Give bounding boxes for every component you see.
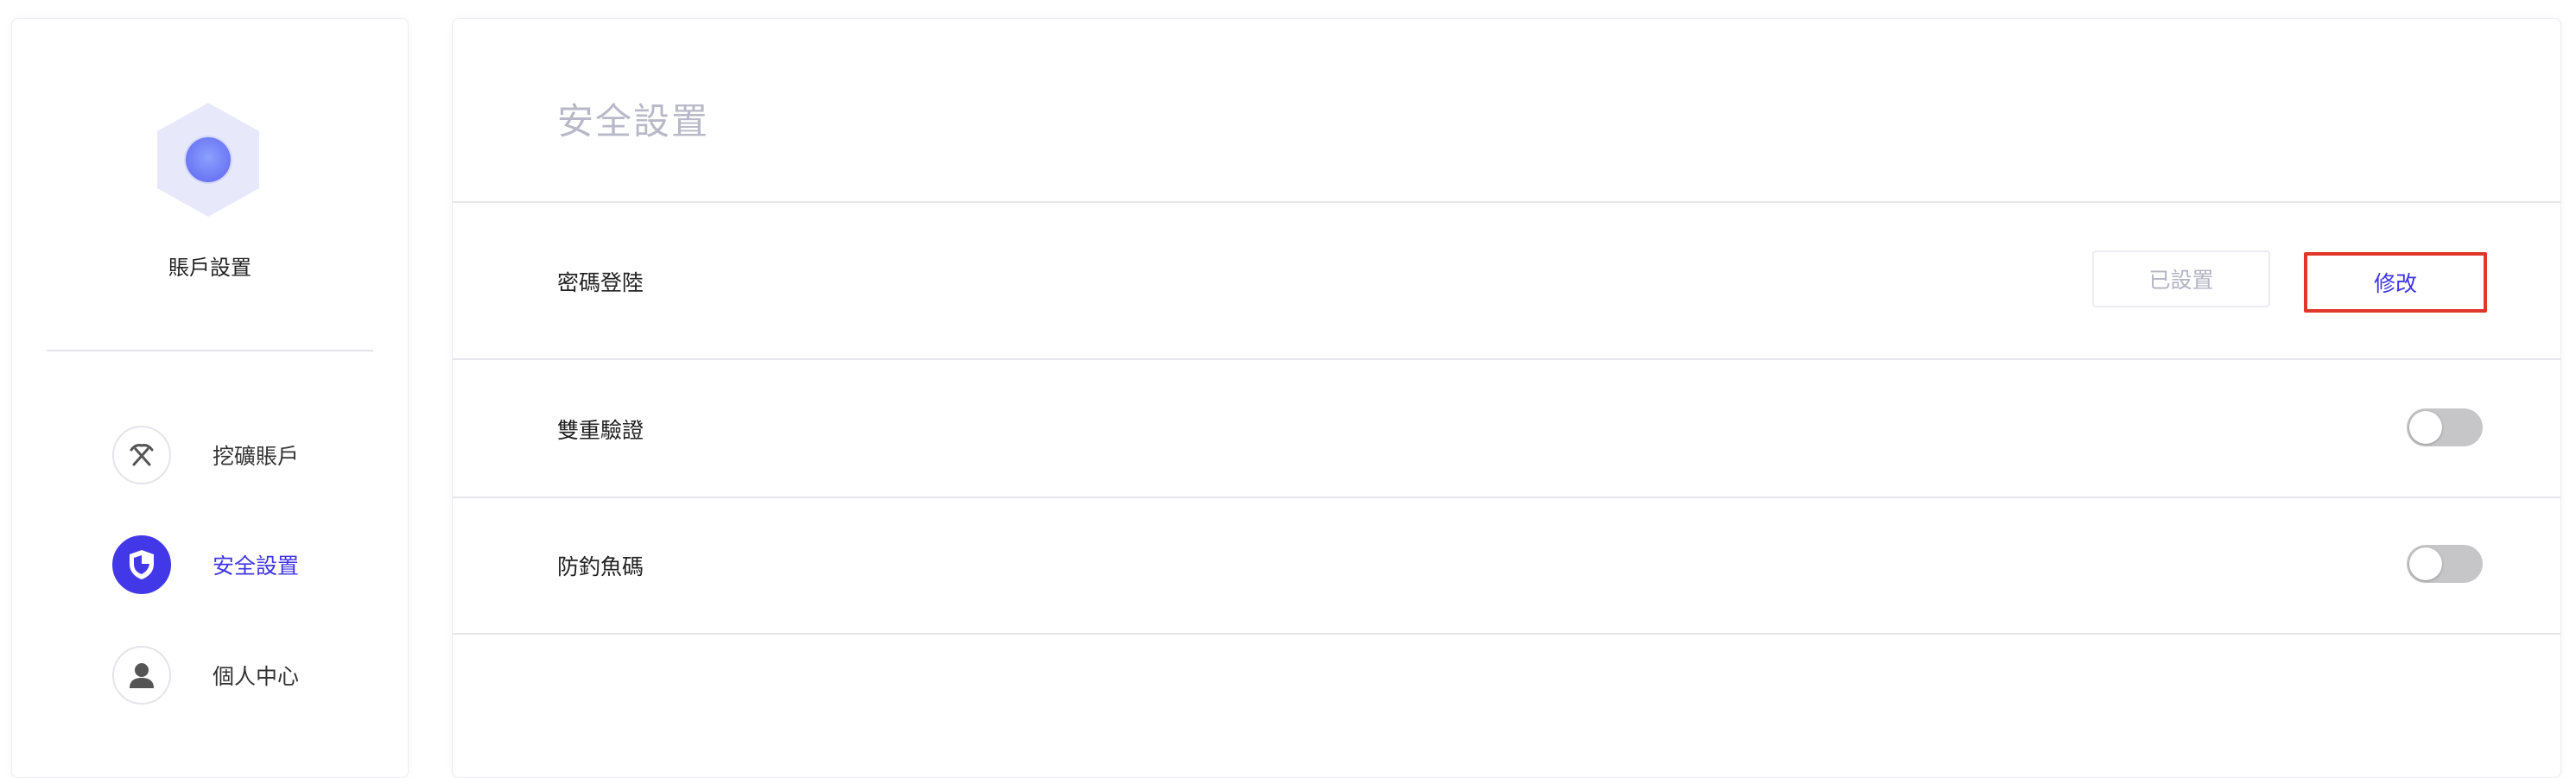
password-login-label: 密碼登陸 — [557, 270, 644, 295]
divider — [453, 201, 2560, 203]
divider — [453, 358, 2560, 360]
security-settings-panel: 安全設置 密碼登陸 已設置 修改 雙重驗證 防釣魚碼 — [452, 18, 2561, 778]
anti-phishing-code-toggle[interactable] — [2407, 545, 2483, 583]
shield-icon — [112, 535, 171, 594]
user-icon — [112, 646, 171, 705]
sidebar-item-mining-account[interactable]: 挖礦賬戶 — [112, 424, 371, 486]
sidebar-item-profile[interactable]: 個人中心 — [112, 644, 371, 706]
account-avatar — [155, 101, 262, 218]
sidebar-item-label: 挖礦賬戶 — [213, 444, 300, 469]
modify-password-button[interactable]: 修改 — [2304, 252, 2487, 313]
two-factor-auth-label: 雙重驗證 — [557, 418, 644, 443]
hexagon-avatar-icon — [157, 103, 259, 217]
two-factor-auth-toggle[interactable] — [2407, 408, 2483, 446]
password-set-status: 已設置 — [2092, 250, 2270, 307]
sidebar-divider — [47, 350, 373, 351]
toggle-knob — [2409, 411, 2442, 444]
sidebar-item-label: 安全設置 — [213, 553, 300, 579]
sidebar-item-label: 個人中心 — [213, 664, 300, 689]
account-sidebar: 賬戶設置 挖礦賬戶 安全設置 個人中心 — [11, 18, 409, 778]
toggle-knob — [2409, 547, 2442, 580]
anti-phishing-code-label: 防釣魚碼 — [557, 554, 644, 579]
sidebar-title: 賬戶設置 — [168, 256, 251, 280]
divider — [453, 633, 2560, 635]
divider — [453, 497, 2560, 498]
sidebar-item-security[interactable]: 安全設置 — [112, 534, 371, 596]
page-title: 安全設置 — [557, 100, 710, 142]
pickaxe-icon — [112, 426, 171, 484]
